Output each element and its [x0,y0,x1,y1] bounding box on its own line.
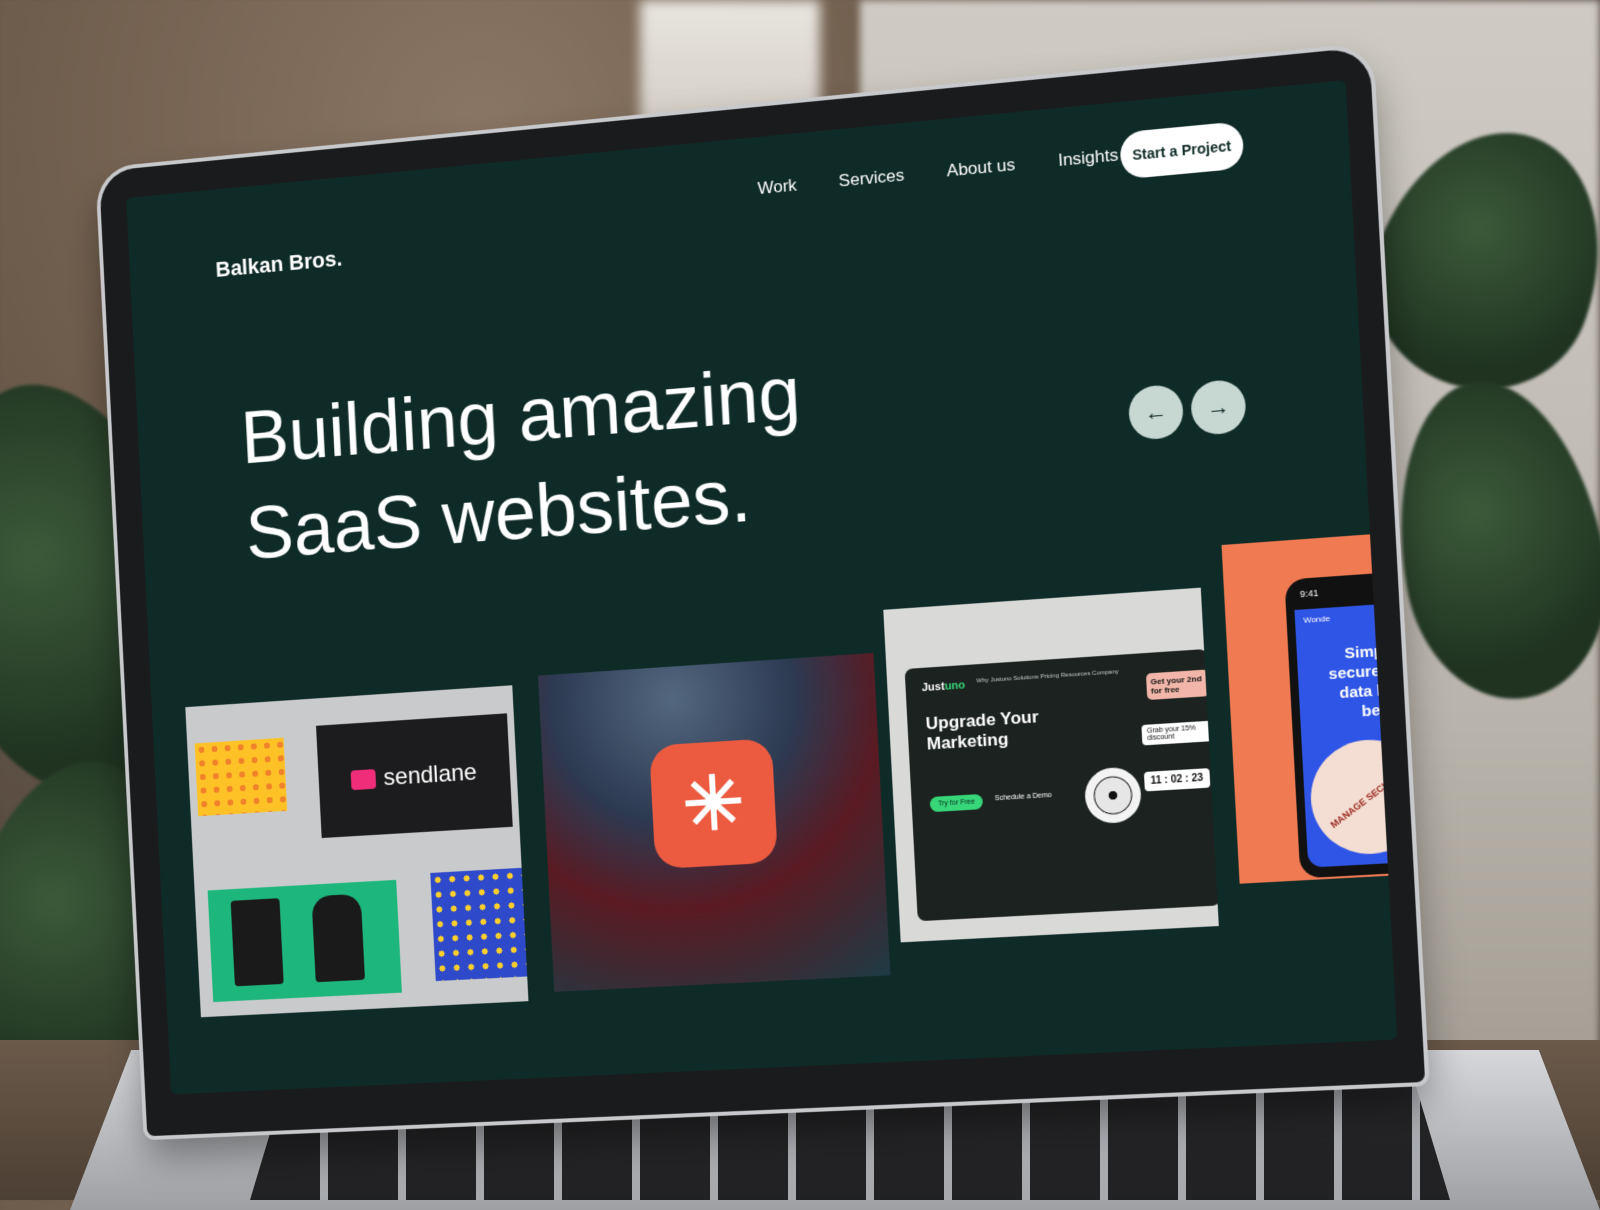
phone-header: Wonde [1303,613,1331,625]
justuno-laptop-mockup: Justuno Why Justuno Solutions Pricing Re… [904,648,1219,922]
carousel-next-button[interactable]: → [1189,378,1247,437]
burst-icon: ✳ [680,760,747,847]
merch-panel [207,879,402,1003]
pattern-blue-dots [430,867,528,982]
phone-mockup: 9:41 Wonde Simpli securely data lik befo… [1284,570,1398,879]
sendlane-wordmark: sendlane [382,758,478,791]
nav-work[interactable]: Work [757,175,797,199]
security-badge-text: MANAGE SECURELY [1328,763,1398,831]
project-card-sendlane[interactable]: sendlane [185,685,529,1018]
nav-about-us[interactable]: About us [946,155,1015,182]
justuno-discount-badge: Grab your 15% discount [1141,720,1213,746]
justuno-try-button: Try for Free [929,793,984,813]
hoodie-image [311,893,366,983]
nav-services[interactable]: Services [838,165,905,191]
nav-insights[interactable]: Insights [1057,145,1118,171]
justuno-demo-link: Schedule a Demo [994,791,1052,803]
tote-bag-image [230,898,284,987]
hero-headline: Building amazing SaaS websites. [239,344,808,582]
laptop-lid: Balkan Bros. Work Services About us Insi… [98,46,1426,1137]
project-card-app-icon[interactable]: ✳ [537,652,891,992]
website-screen: Balkan Bros. Work Services About us Insi… [126,80,1398,1095]
start-project-button[interactable]: Start a Project [1119,121,1245,180]
brand-logo[interactable]: Balkan Bros. [215,246,343,283]
pattern-orange-dots [194,737,288,817]
phone-headline: Simpli securely data lik befo [1328,641,1396,721]
arrow-left-icon: ← [1143,398,1169,426]
justuno-promo-card: Get your 2nd for free [1145,669,1210,701]
carousel-prev-button[interactable]: ← [1127,383,1185,441]
phone-clock: 9:41 [1299,587,1319,600]
justuno-heading: Upgrade Your Marketing [925,707,1040,754]
justuno-logo-main: Just [921,680,946,695]
justuno-logo-accent: uno [944,679,966,693]
sendlane-logo-panel: sendlane [316,713,513,839]
justuno-timer: 11 : 02 : 23 [1143,768,1210,792]
phone-screen: Wonde Simpli securely data lik befo MANA… [1294,601,1398,868]
project-card-justuno[interactable]: Justuno Why Justuno Solutions Pricing Re… [883,587,1219,943]
project-card-phone[interactable]: 9:41 Wonde Simpli securely data lik befo… [1221,532,1398,884]
justuno-wheel-graphic [1083,766,1143,825]
justuno-menu: Why Justuno Solutions Pricing Resources … [976,669,1119,685]
main-nav: Work Services About us Insights [757,145,1119,199]
arrow-right-icon: → [1206,393,1231,421]
app-logo-icon: ✳ [649,738,779,870]
envelope-icon [350,768,377,790]
security-badge: MANAGE SECURELY [1307,736,1398,857]
justuno-logo: Justuno [921,679,965,694]
